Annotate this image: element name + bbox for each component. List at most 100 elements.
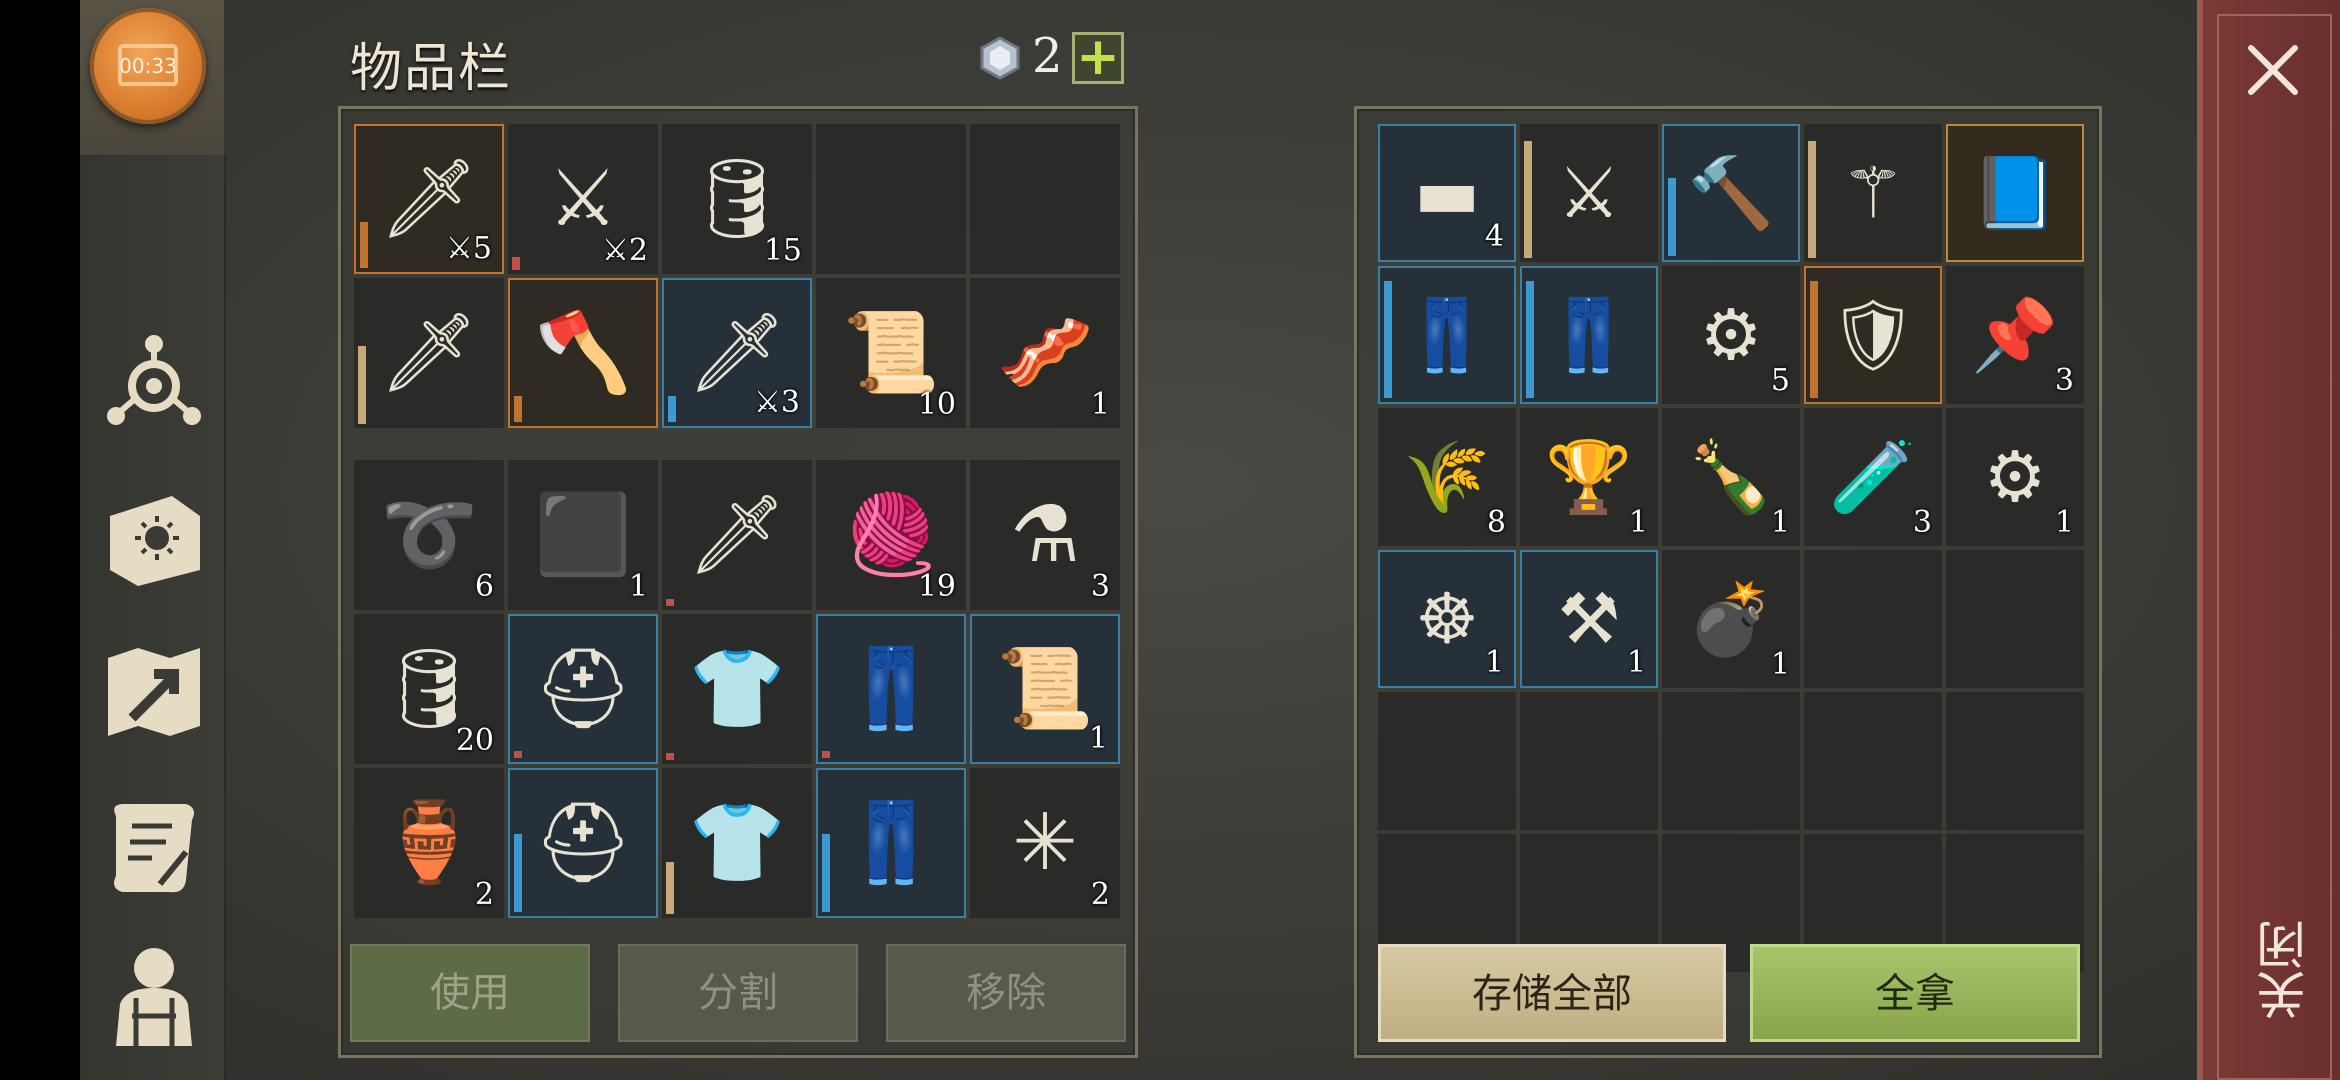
chest-button[interactable]: 00:33 <box>90 8 206 124</box>
item-slot[interactable]: ⚔ ⚔2 <box>508 124 658 274</box>
item-slot[interactable]: 🗡 <box>662 460 812 610</box>
use-button[interactable]: 使用 <box>350 944 590 1042</box>
item-count: 1 <box>1090 387 1110 422</box>
item-slot[interactable]: 💣 1 <box>1662 550 1800 688</box>
shield-icon: 🛡 <box>1828 293 1918 376</box>
add-currency-button[interactable]: + <box>1072 31 1124 84</box>
item-slot[interactable]: ⚗ 3 <box>970 460 1120 610</box>
rapier-icon: ⚔ <box>1557 152 1621 234</box>
inventory-grid-bottom: ➰ 6 ⬛ 1 🗡 🧶 19 ⚗ 3 🛢 20 ⛑ 👕 👖 📜 1 🏺 2 ⛑ 👕 👖 ✳ 2 <box>354 460 1120 918</box>
item-count: 2 <box>474 877 494 912</box>
item-count: 4 <box>1484 219 1504 254</box>
item-slot[interactable]: 🗡 <box>354 278 504 428</box>
item-count: 3 <box>1090 569 1110 604</box>
item-slot[interactable]: 🏺 2 <box>354 768 504 918</box>
item-slot[interactable]: ⬛ 1 <box>508 460 658 610</box>
bronze-sword-icon: 🗡 <box>379 307 479 398</box>
item-slot[interactable]: ⚙ 1 <box>1946 408 2084 546</box>
scimitar-icon: 🗡 <box>687 489 787 580</box>
item-slot[interactable]: ☸ 1 <box>1378 550 1516 688</box>
item-count: 1 <box>1770 505 1790 540</box>
close-icon[interactable] <box>2245 42 2301 98</box>
empty-slot[interactable] <box>816 124 966 274</box>
empty-slot[interactable] <box>1520 692 1658 830</box>
item-slot[interactable]: 👖 <box>1520 266 1658 404</box>
item-slot[interactable]: ⛑ <box>508 768 658 918</box>
store-all-button[interactable]: 存储全部 <box>1378 944 1726 1042</box>
sun-book-icon[interactable] <box>102 486 206 590</box>
item-slot[interactable]: 📜 1 <box>970 614 1120 764</box>
item-count: 1 <box>1484 645 1504 680</box>
item-slot[interactable]: 👖 <box>816 614 966 764</box>
item-slot[interactable]: 🪓 <box>508 278 658 428</box>
item-count: 1 <box>1088 721 1108 756</box>
empty-slot[interactable] <box>1946 692 2084 830</box>
item-count: 5 <box>1770 363 1790 398</box>
item-slot[interactable]: ⚙ 5 <box>1662 266 1800 404</box>
gem-currency-icon <box>980 36 1020 80</box>
item-slot[interactable]: 👕 <box>662 614 812 764</box>
item-count: 15 <box>763 233 802 268</box>
empty-slot[interactable] <box>1804 550 1942 688</box>
quest-scroll-icon[interactable] <box>102 796 206 900</box>
item-slot[interactable]: 🔨 <box>1662 124 1800 262</box>
close-label[interactable]: 关闭 <box>2249 920 2321 1020</box>
item-slot[interactable]: 🗡 ⚔3 <box>662 278 812 428</box>
item-count: 3 <box>1912 505 1932 540</box>
item-count: 1 <box>1626 645 1646 680</box>
item-slot[interactable]: 🛢 15 <box>662 124 812 274</box>
helmet-icon: ⛑ <box>533 643 633 734</box>
item-slot[interactable]: 🏆 1 <box>1520 408 1658 546</box>
item-slot[interactable]: ⚔ <box>1520 124 1658 262</box>
gem-count: 2 <box>1032 28 1063 84</box>
item-count: 20 <box>455 723 494 758</box>
item-slot[interactable]: 🍾 1 <box>1662 408 1800 546</box>
item-slot[interactable]: 📜 10 <box>816 278 966 428</box>
item-count: 3 <box>2054 363 2074 398</box>
screen-edge <box>0 0 80 1080</box>
empty-slot[interactable] <box>1804 692 1942 830</box>
close-panel[interactable]: 关闭 <box>2197 0 2340 1080</box>
empty-slot[interactable] <box>1378 692 1516 830</box>
item-slot[interactable]: ⚒ 1 <box>1520 550 1658 688</box>
item-slot[interactable]: 🧶 19 <box>816 460 966 610</box>
item-slot[interactable]: 🧪 3 <box>1804 408 1942 546</box>
item-slot[interactable]: 🗡 ⚔5 <box>354 124 504 274</box>
item-slot[interactable]: 👖 <box>1378 266 1516 404</box>
item-slot[interactable]: ➰ 6 <box>354 460 504 610</box>
item-count: 8 <box>1486 505 1506 540</box>
item-slot[interactable]: ⚚ <box>1804 124 1942 262</box>
split-button[interactable]: 分割 <box>618 944 858 1042</box>
item-slot[interactable]: 🌾 8 <box>1378 408 1516 546</box>
hammer-icon: 🔨 <box>1687 151 1775 234</box>
item-slot[interactable]: 📘 <box>1946 124 2084 262</box>
helmet-icon: ⛑ <box>533 797 633 888</box>
item-count: 1 <box>1628 505 1648 540</box>
container-grid: ▬ 4 ⚔ 🔨 ⚚ 📘 👖 👖 ⚙ 5 🛡 📌 3 🌾 8 🏆 1 🍾 1 🧪 3 ⚙ 1 ☸ 1 ⚒ 1 💣 1 <box>1378 124 2084 972</box>
item-slot[interactable]: ▬ 4 <box>1378 124 1516 262</box>
inventory-grid-top: 🗡 ⚔5 ⚔ ⚔2 🛢 15 🗡 🪓 🗡 ⚔3 📜 10 🥓 1 <box>354 124 1120 428</box>
item-slot[interactable]: 📌 3 <box>1946 266 2084 404</box>
item-slot[interactable]: 🥓 1 <box>970 278 1120 428</box>
greaves-icon: 👖 <box>842 643 940 734</box>
item-count: 10 <box>917 387 956 422</box>
skills-icon[interactable] <box>102 330 206 434</box>
map-icon[interactable] <box>102 640 206 744</box>
character-icon[interactable] <box>102 942 206 1046</box>
item-slot[interactable]: ⛑ <box>508 614 658 764</box>
empty-slot[interactable] <box>970 124 1120 274</box>
item-slot[interactable]: 🛡 <box>1804 266 1942 404</box>
item-slot[interactable]: 👕 <box>662 768 812 918</box>
empty-slot[interactable] <box>1662 692 1800 830</box>
take-all-button[interactable]: 全拿 <box>1750 944 2080 1042</box>
item-slot[interactable]: ✳ 2 <box>970 768 1120 918</box>
empty-slot[interactable] <box>1946 550 2084 688</box>
remove-button[interactable]: 移除 <box>886 944 1126 1042</box>
item-count: ⚔3 <box>754 385 800 420</box>
item-slot[interactable]: 🛢 20 <box>354 614 504 764</box>
mace-icon: ⚚ <box>1841 152 1905 234</box>
greaves-icon: 👖 <box>1403 293 1491 376</box>
item-slot[interactable]: 👖 <box>816 768 966 918</box>
chainmail-icon: 👕 <box>688 643 786 734</box>
item-count: 6 <box>474 569 494 604</box>
